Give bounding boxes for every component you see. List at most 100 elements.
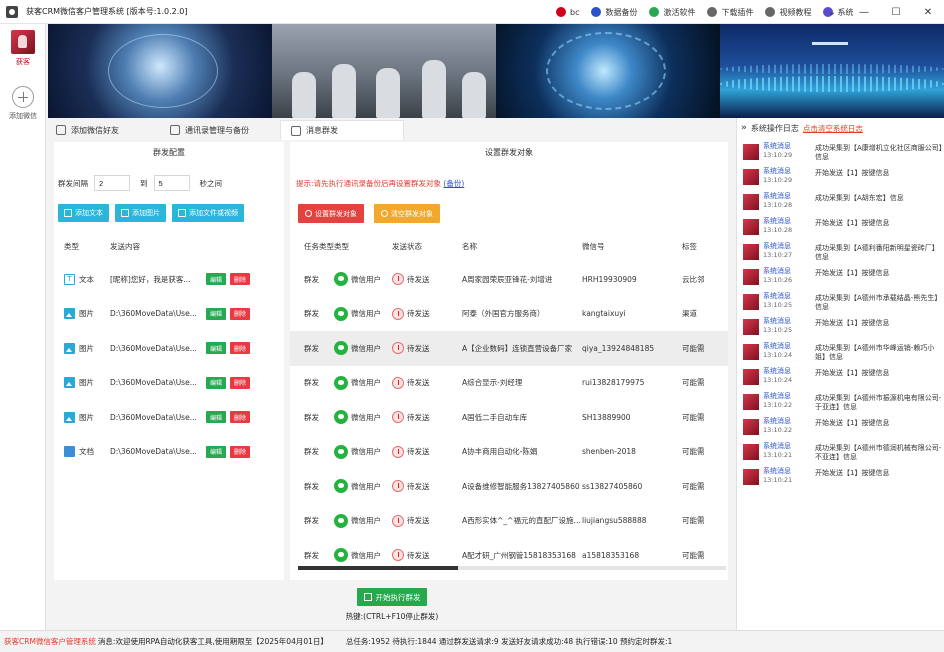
tab-bar: 添加微信好友 通讯录管理与备份 消息群发 <box>48 118 732 140</box>
table-row[interactable]: 群发 微信用户 待发送 A西形实体^_^福元的直配厂设施设定 liujiangsu588… <box>290 504 728 539</box>
log-source: 系统消息 <box>763 367 791 375</box>
log-time: 13:10:22 <box>763 401 793 409</box>
pending-icon <box>392 480 404 493</box>
name-cell: A周家园荣辰亚锋花-刘增进 <box>462 274 553 284</box>
log-meta: 系统消息 13:10:28 <box>763 192 803 209</box>
interval-max-input[interactable] <box>153 175 190 191</box>
title-action-label: 数据备份 <box>605 7 638 17</box>
table-row[interactable]: 群发 微信用户 待发送 A设备维修智能服务13827405860 ss138274058… <box>290 469 728 504</box>
log-meta: 系统消息 13:10:22 <box>763 417 803 434</box>
table-row[interactable]: 群发 微信用户 待发送 阿泰（外国官方服务商） kangtaixuyi 渠道 <box>290 297 728 332</box>
column-header: 发送状态 <box>392 241 422 251</box>
log-message: 成功采集到【A胡东宏】信息 <box>815 194 904 202</box>
log-time: 13:10:22 <box>763 426 793 434</box>
user-type-label: 微信用户 <box>351 481 381 491</box>
edit-button[interactable]: 编辑 <box>206 445 226 458</box>
image-type-icon <box>64 308 75 320</box>
clear-targets-button[interactable]: 清空群发对象 <box>374 204 440 223</box>
delete-button[interactable]: 删除 <box>230 307 250 320</box>
delete-button[interactable]: 删除 <box>230 445 250 458</box>
hotkey-hint: 热键:(CTRL+F10停止群发) <box>345 612 439 621</box>
wechat-id-cell: shenben-2018 <box>582 447 636 457</box>
edit-button[interactable]: 编辑 <box>206 411 226 424</box>
name-cell: A【企业数码】连锁直营设备厂家 <box>462 343 573 353</box>
delete-button[interactable]: 删除 <box>230 376 250 389</box>
user-type-cell: 微信用户 <box>334 444 392 459</box>
nav-item-add-wechat[interactable]: 添加微信 <box>0 86 46 121</box>
delete-button[interactable]: 删除 <box>230 342 250 355</box>
nav-item-huoke[interactable]: 获客 <box>0 24 46 76</box>
delete-button[interactable]: 删除 <box>230 411 250 424</box>
maximize-button[interactable]: ☐ <box>880 0 912 24</box>
send-status-cell: 待发送 <box>392 445 444 458</box>
column-header: 名称 <box>462 241 477 251</box>
status-stats: 总任务:1952 待执行:1844 通过群发送请求:9 发送好友请求成功:48 … <box>345 637 673 646</box>
status-brand: 获客CRM微信客户管理系统 <box>4 637 96 646</box>
name-cell: A国低二手自动车库 <box>462 412 528 422</box>
horizontal-scrollbar[interactable] <box>298 566 726 570</box>
user-type-cell: 微信用户 <box>334 375 392 390</box>
start-send-button[interactable]: 开始执行群发 <box>357 588 427 606</box>
title-action-3[interactable]: 下载插件 <box>707 7 753 18</box>
content-type-label: 文本 <box>79 274 94 284</box>
system-avatar-icon <box>743 144 759 160</box>
title-action-4[interactable]: 视频教程 <box>765 7 811 18</box>
log-source: 系统消息 <box>763 192 791 200</box>
tab-contacts-backup[interactable]: 通讯录管理与备份 <box>160 120 280 140</box>
name-cell: A综合显示-刘经理 <box>462 378 523 388</box>
targets-table-body: 群发 微信用户 待发送 A周家园荣辰亚锋花-刘增进 HRH19930909 云比邻 群发 微信… <box>290 262 728 573</box>
edit-button[interactable]: 编辑 <box>206 307 226 320</box>
tag-cell: 可能需 <box>682 550 705 560</box>
add-text-button[interactable]: 添加文本 <box>58 204 109 222</box>
title-action-2[interactable]: 激活软件 <box>649 7 695 18</box>
close-button[interactable]: ✕ <box>912 0 944 24</box>
scrollbar-thumb[interactable] <box>298 566 458 570</box>
table-row[interactable]: 群发 微信用户 待发送 A国低二手自动车库 SH13889900 可能需 <box>290 400 728 435</box>
edit-button[interactable]: 编辑 <box>206 273 226 286</box>
nav-item-label: 获客 <box>16 58 30 66</box>
tag-cell: 可能需 <box>682 378 705 388</box>
tag-cell: 渠道 <box>682 309 697 319</box>
log-meta: 系统消息 13:10:21 <box>763 467 803 484</box>
backup-link[interactable]: (备份) <box>443 179 464 188</box>
user-type-label: 微信用户 <box>351 412 381 422</box>
list-item: T 文本 [昵称]您好，我是获客... 编辑 删除 <box>54 262 284 297</box>
log-meta: 系统消息 13:10:29 <box>763 142 803 159</box>
panel-title: 群发配置 <box>153 148 185 157</box>
add-file-button[interactable]: 添加文件或视频 <box>172 204 244 222</box>
interval-min-input[interactable] <box>94 175 130 191</box>
log-source: 系统消息 <box>763 167 791 175</box>
user-icon <box>556 7 566 17</box>
table-row[interactable]: 群发 微信用户 待发送 A综合显示-刘经理 rui13828179975 可能需 <box>290 366 728 401</box>
table-row[interactable]: 群发 微信用户 待发送 A【企业数码】连锁直营设备厂家 qiya_13924848185… <box>290 331 728 366</box>
table-row[interactable]: 群发 微信用户 待发送 A周家园荣辰亚锋花-刘增进 HRH19930909 云比邻 <box>290 262 728 297</box>
title-action-1[interactable]: 数据备份 <box>591 7 637 18</box>
content-value: [昵称]您好，我是获客... <box>110 274 191 284</box>
table-row[interactable]: 群发 微信用户 待发送 A协丰商用自动化-陈娟 shenben-2018 可能需 <box>290 435 728 470</box>
log-message: 成功采集到【A德州市振源机电有限公司-于亚连】信息 <box>815 394 942 411</box>
log-meta: 系统消息 13:10:24 <box>763 342 803 359</box>
tab-mass-message[interactable]: 消息群发 <box>280 120 404 140</box>
edit-button[interactable]: 编辑 <box>206 342 226 355</box>
dropdown-icon[interactable]: ⌄ <box>816 0 848 24</box>
button-label: 添加文本 <box>75 209 103 217</box>
minimize-button[interactable]: — <box>848 0 880 24</box>
edit-button[interactable]: 编辑 <box>206 376 226 389</box>
banner-image-tech-face <box>496 24 720 118</box>
content-type-label: 图片 <box>79 378 94 388</box>
log-time: 13:10:25 <box>763 326 793 334</box>
tab-add-friends[interactable]: 添加微信好友 <box>48 120 160 140</box>
content-type-label: 图片 <box>79 412 94 422</box>
column-header: 发送内容 <box>110 241 140 251</box>
title-action-0[interactable]: bc <box>556 7 579 17</box>
delete-button[interactable]: 删除 <box>230 273 250 286</box>
column-header: 类型 <box>64 241 79 251</box>
video-icon <box>765 7 776 17</box>
clear-log-link[interactable]: 点击清空系统日志 <box>803 123 863 134</box>
set-targets-button[interactable]: 设置群发对象 <box>298 204 364 223</box>
add-image-button[interactable]: 添加图片 <box>115 204 166 222</box>
title-action-label: 激活软件 <box>663 7 696 17</box>
log-time: 13:10:28 <box>763 201 793 209</box>
log-time: 13:10:29 <box>763 176 793 184</box>
wechat-icon <box>334 444 348 459</box>
